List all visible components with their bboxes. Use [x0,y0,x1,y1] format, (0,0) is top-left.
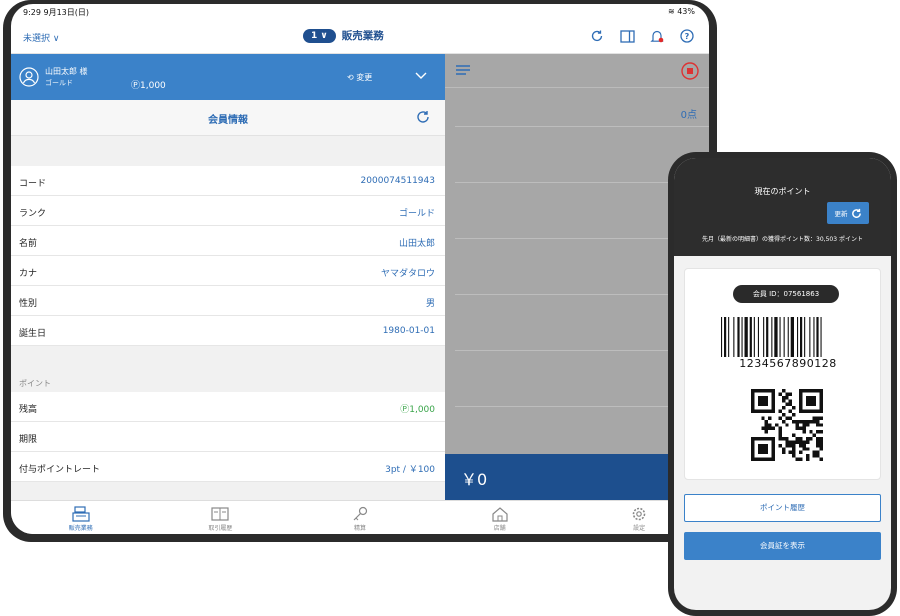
mode-selector[interactable]: 1 ∨ 販売業務 [303,28,384,43]
bottom-tab-bar: 販売業務 取引履歴 精算 店舗 設定 [11,500,709,534]
show-member-card-button[interactable]: 会員証を表示 [684,532,881,560]
notification-bell-icon[interactable] [649,28,665,44]
monthly-points-text: 先月（最新の明細書）の獲得ポイント数：30,503 ポイント [702,236,863,243]
split-view-icon[interactable] [619,28,635,44]
divider [455,126,709,127]
total-amount: ￥0 [461,470,488,489]
points-list: 残高 Ⓟ1,000 期限 付与ポイントレート 3pt / ￥100 [11,392,445,482]
list-menu-icon[interactable] [455,63,471,79]
tab-store[interactable]: 店舗 [430,501,570,534]
member-rank: ゴールド [45,79,73,87]
item-count: 0点 [680,110,697,121]
sync-icon[interactable] [589,28,605,44]
point-icon: Ⓟ [131,81,141,91]
home-icon [491,507,508,522]
table-row: 性別男 [11,286,445,316]
table-row: カナ ヤマダタロウ [11,256,445,286]
key-icon [353,506,368,521]
table-row: 誕生日 1980-01-01 [11,316,445,346]
tab-settlement[interactable]: 精算 [290,501,430,534]
number-badge: 1 ∨ [303,28,336,43]
member-info-title: 会員情報 [208,115,248,126]
table-row: 期限 [11,422,445,452]
barcode-number: 1234567890128 [739,357,837,370]
member-name: 山田太郎 様 [45,67,88,76]
page-title: 販売業務 [341,30,384,42]
user-avatar-icon [19,67,39,87]
update-button[interactable]: 更新 [827,202,869,224]
member-pane: 山田太郎 様 ゴールド Ⓟ1,000 ⟲ 変更 会員情報 コード 20000745… [11,54,445,500]
member-points: Ⓟ1,000 [131,81,166,91]
history-icon [211,507,229,521]
register-icon [72,506,90,522]
table-row: 付与ポイントレート 3pt / ￥100 [11,452,445,482]
tab-sales[interactable]: 販売業務 [11,501,151,534]
change-member-button[interactable]: ⟲ 変更 [347,72,372,83]
help-icon[interactable]: ? [679,28,695,44]
points-header: 現在のポイント 更新 先月（最新の明細書）の獲得ポイント数：30,503 ポイン… [674,158,891,256]
chevron-down-icon[interactable] [413,68,429,84]
toolbar-icons: ? [589,28,695,44]
phone-device: 現在のポイント 更新 先月（最新の明細書）の獲得ポイント数：30,503 ポイン… [668,152,897,616]
table-row: ランク ゴールド [11,196,445,226]
chevron-down-icon: ∨ [52,34,60,44]
qr-code [751,389,823,461]
table-row: コード 2000074511943 [11,166,445,196]
barcode [721,317,822,357]
gear-icon [632,507,646,521]
refresh-icon [851,208,861,218]
battery-status: ≋ 43% [667,7,695,16]
member-bar[interactable]: 山田太郎 様 ゴールド Ⓟ1,000 ⟲ 変更 [11,54,445,100]
cart-toolbar [445,54,709,88]
svg-text:?: ? [685,32,690,41]
status-bar: 9:29 9月13日(日) ≋ 43% [11,4,709,20]
point-icon: Ⓟ [400,405,410,415]
top-bar: 未選択 ∨ 1 ∨ 販売業務 ? [11,20,709,54]
member-id: 会員 ID：07561863 [733,285,839,303]
member-info-header: 会員情報 [11,100,445,136]
stop-record-icon[interactable] [681,62,699,80]
table-row: 残高 Ⓟ1,000 [11,392,445,422]
table-row: 名前 山田太郎 [11,226,445,256]
points-group-label: ポイント [19,379,51,388]
wifi-icon: ≋ [667,7,675,16]
refresh-icon[interactable] [415,109,431,125]
tab-history[interactable]: 取引履歴 [151,501,291,534]
member-info-list: コード 2000074511943 ランク ゴールド 名前 山田太郎 カナ ヤマダタロウ… [11,166,445,346]
tablet-device: 9:29 9月13日(日) ≋ 43% 未選択 ∨ 1 ∨ 販売業務 ? 山田太… [3,0,717,542]
phone-screen: 現在のポイント 更新 先月（最新の明細書）の獲得ポイント数：30,503 ポイン… [674,158,891,610]
tablet-screen: 9:29 9月13日(日) ≋ 43% 未選択 ∨ 1 ∨ 販売業務 ? 山田太… [11,4,709,534]
current-points-title: 現在のポイント [754,187,811,196]
status-time: 9:29 9月13日(日) [23,8,90,17]
point-history-button[interactable]: ポイント履歴 [684,494,881,522]
chevron-down-icon: ∨ [320,30,328,41]
member-card: 会員 ID：07561863 1234567890128 [684,268,881,480]
unselected-dropdown[interactable]: 未選択 ∨ [23,31,59,44]
refresh-icon: ⟲ [347,73,357,82]
